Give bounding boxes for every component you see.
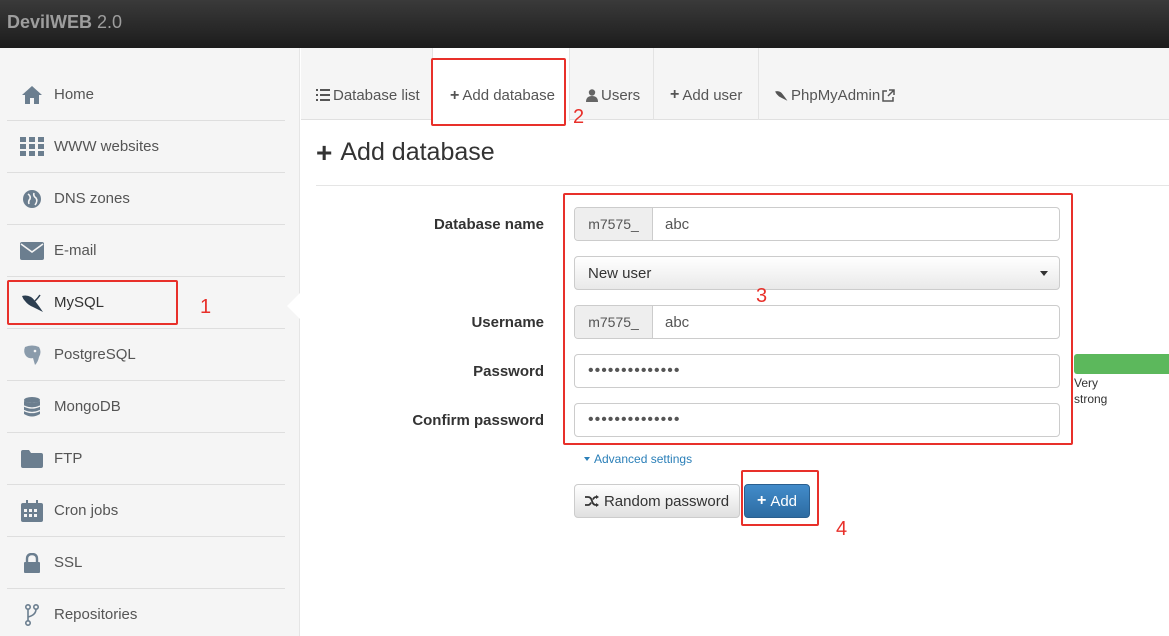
active-indicator xyxy=(287,293,300,319)
sidebar-item-label: E-mail xyxy=(54,242,97,259)
sidebar: Home WWW websites DNS zones E-mail MySQL xyxy=(0,48,300,636)
annotation-number-2: 2 xyxy=(573,106,585,128)
top-navbar: DevilWEB 2.0 xyxy=(0,0,1169,48)
mysql-dolphin-icon xyxy=(774,89,788,102)
sidebar-item-home[interactable]: Home xyxy=(7,69,285,121)
envelope-icon xyxy=(19,239,45,263)
shuffle-icon xyxy=(584,495,599,507)
sidebar-item-repositories[interactable]: Repositories xyxy=(7,589,285,636)
db-name-label: Database name xyxy=(433,216,544,233)
annotation-number-1: 1 xyxy=(200,296,212,318)
sidebar-item-label: Cron jobs xyxy=(54,502,119,519)
sidebar-item-ssl[interactable]: SSL xyxy=(7,537,285,589)
fork-icon xyxy=(19,603,45,627)
external-link-icon xyxy=(882,88,895,102)
page-title: + Add database xyxy=(316,138,495,167)
user-icon xyxy=(586,88,598,102)
plus-icon: + xyxy=(316,136,333,168)
list-icon xyxy=(316,89,330,101)
home-icon xyxy=(19,83,45,107)
tab-label: PhpMyAdmin xyxy=(791,86,881,104)
sidebar-item-email[interactable]: E-mail xyxy=(7,225,285,277)
annotation-box-4 xyxy=(741,470,819,526)
random-password-label: Random password xyxy=(603,492,730,510)
password-strength-bar xyxy=(1074,354,1169,374)
plus-icon: + xyxy=(670,86,680,103)
username-label: Username xyxy=(471,314,544,331)
annotation-box-1 xyxy=(7,280,178,325)
grid-icon xyxy=(19,135,45,159)
sidebar-item-mongodb[interactable]: MongoDB xyxy=(7,381,285,433)
advanced-settings-link[interactable]: Advanced settings xyxy=(584,452,692,466)
database-icon xyxy=(19,395,45,419)
sidebar-item-postgresql[interactable]: PostgreSQL xyxy=(7,329,285,381)
annotation-box-2 xyxy=(431,58,566,126)
sidebar-item-label: Repositories xyxy=(54,606,138,623)
calendar-icon xyxy=(19,499,45,523)
sidebar-item-cron-jobs[interactable]: Cron jobs xyxy=(7,485,285,537)
page-title-text: Add database xyxy=(340,138,495,166)
sidebar-item-ftp[interactable]: FTP xyxy=(7,433,285,485)
divider xyxy=(316,185,1169,186)
annotation-number-4: 4 xyxy=(836,518,848,540)
brand-logo[interactable]: DevilWEB 2.0 xyxy=(7,12,122,33)
annotation-box-3 xyxy=(563,193,1073,445)
tab-label: Database list xyxy=(333,86,420,104)
advanced-settings-label: Advanced settings xyxy=(594,452,693,466)
password-strength-label: Very strong xyxy=(1074,375,1134,407)
sidebar-item-dns-zones[interactable]: DNS zones xyxy=(7,173,285,225)
random-password-button[interactable]: Random password xyxy=(574,484,740,518)
postgresql-elephant-icon xyxy=(19,343,45,367)
tab-label: Add user xyxy=(682,86,743,104)
sidebar-item-label: WWW websites xyxy=(54,138,159,155)
strength-line-2: strong xyxy=(1074,392,1108,406)
sidebar-item-www-websites[interactable]: WWW websites xyxy=(7,121,285,173)
annotation-number-3: 3 xyxy=(756,285,768,307)
tab-phpmyadmin[interactable]: PhpMyAdmin xyxy=(759,48,909,120)
caret-down-icon xyxy=(584,457,590,461)
folder-icon xyxy=(19,447,45,471)
sidebar-item-label: SSL xyxy=(54,554,83,571)
sidebar-item-label: PostgreSQL xyxy=(54,346,136,363)
tab-add-user[interactable]: + Add user xyxy=(654,48,759,120)
sidebar-item-label: MongoDB xyxy=(54,398,121,415)
tab-label: Users xyxy=(601,86,641,104)
tab-database-list[interactable]: Database list xyxy=(301,48,433,120)
strength-line-1: Very xyxy=(1074,376,1099,390)
password-label: Password xyxy=(473,363,544,380)
lock-icon xyxy=(19,551,45,575)
sidebar-item-label: DNS zones xyxy=(54,190,130,207)
confirm-password-label: Confirm password xyxy=(412,412,544,429)
globe-icon xyxy=(19,187,45,211)
sidebar-item-label: FTP xyxy=(54,450,83,467)
sidebar-item-label: Home xyxy=(54,86,95,103)
